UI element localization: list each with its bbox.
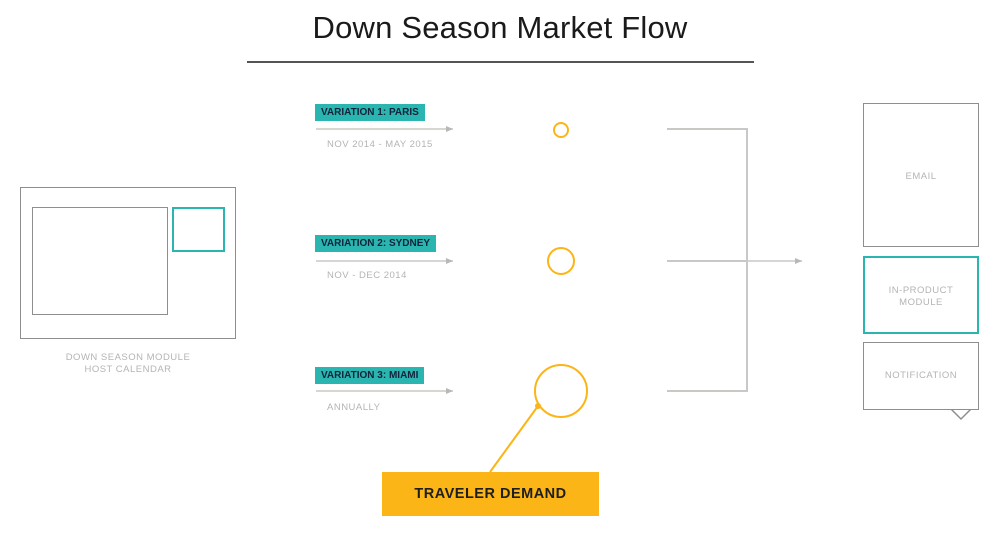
in-product-label-line2: MODULE: [899, 297, 943, 308]
variation-3-dates: ANNUALLY: [327, 402, 381, 413]
variation-1-dates: NOV 2014 - MAY 2015: [327, 139, 433, 150]
demand-pointer-line: [489, 405, 539, 473]
email-label: EMAIL: [905, 171, 937, 182]
variation-3-tag: VARIATION 3: MIAMI: [315, 367, 425, 384]
down-season-module-highlight: [172, 207, 225, 252]
calendar-caption: DOWN SEASON MODULE HOST CALENDAR: [20, 352, 236, 376]
in-product-label-line1: IN-PRODUCT: [888, 285, 954, 296]
variation-2-tag: VARIATION 2: SYDNEY: [315, 235, 437, 252]
in-product-label: IN-PRODUCT MODULE: [865, 285, 977, 309]
notification-tail: [950, 408, 972, 421]
email-panel: EMAIL: [863, 103, 979, 247]
variation-2-dates: NOV - DEC 2014: [327, 270, 407, 281]
demand-circle-medium: [547, 247, 575, 275]
in-product-module-panel: IN-PRODUCT MODULE: [863, 256, 979, 334]
demand-circle-large: [534, 364, 588, 418]
notification-panel: NOTIFICATION: [863, 342, 979, 410]
demand-pointer-dot: [535, 403, 541, 409]
demand-circle-small: [553, 122, 569, 138]
notification-label: NOTIFICATION: [884, 370, 958, 381]
calendar-main-area: [32, 207, 168, 315]
calendar-caption-line2: HOST CALENDAR: [84, 364, 172, 375]
traveler-demand-label: TRAVELER DEMAND: [382, 472, 599, 516]
variation-1-tag: VARIATION 1: PARIS: [315, 104, 425, 121]
calendar-caption-line1: DOWN SEASON MODULE: [65, 352, 191, 363]
